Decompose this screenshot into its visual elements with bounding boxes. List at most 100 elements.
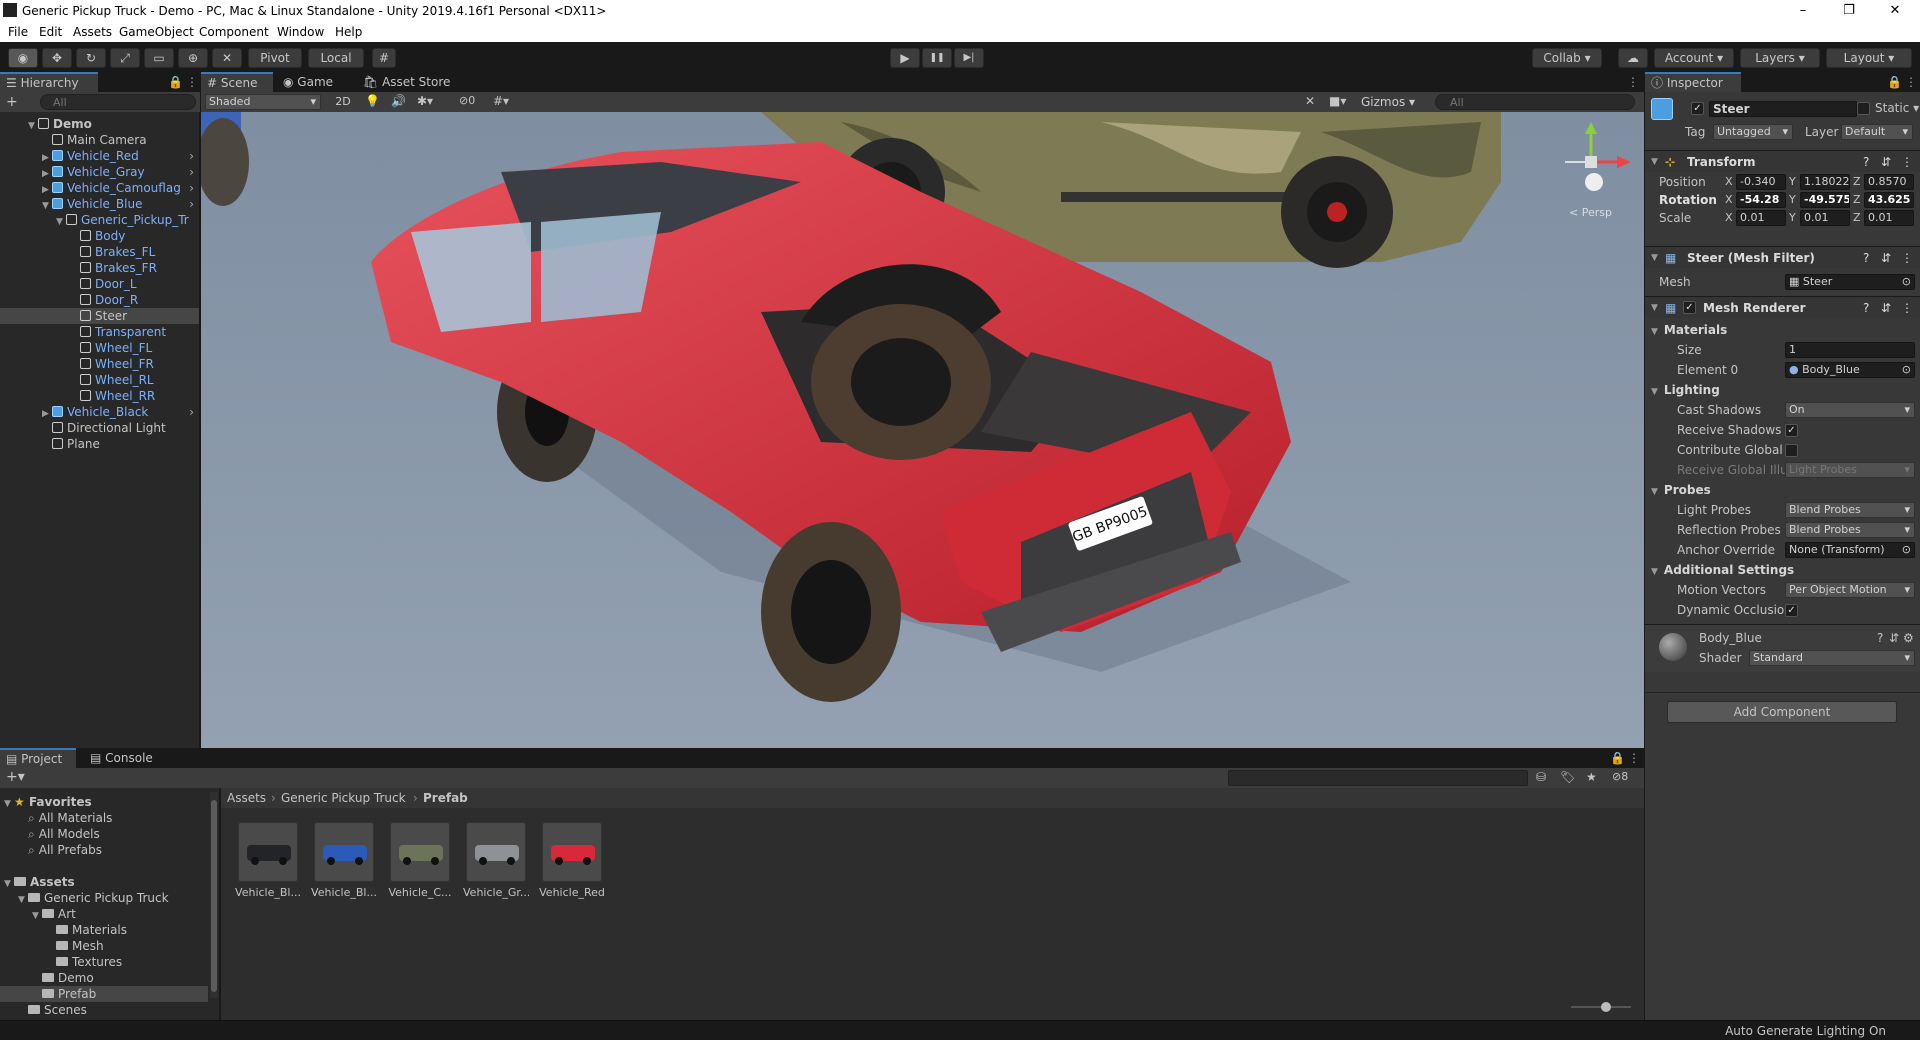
hierarchy-row[interactable]: ▶ Vehicle_Camouflag › — [0, 180, 199, 196]
receive-shadows-checkbox[interactable]: ✓ — [1785, 424, 1798, 437]
prefab-label[interactable]: Vehicle_Bl... — [311, 886, 377, 899]
slider-handle[interactable] — [1601, 1002, 1611, 1012]
collab-dropdown[interactable]: Collab ▾ — [1532, 48, 1602, 68]
hierarchy-row[interactable]: Brakes_FL — [0, 244, 199, 260]
open-prefab-arrow-icon[interactable]: › — [189, 164, 194, 180]
project-lock-icon[interactable]: 🔒 — [1610, 751, 1625, 765]
favorite-item[interactable]: ⌕ All Models — [28, 826, 100, 842]
motion-vectors-dropdown[interactable]: Per Object Motion ▾ — [1785, 582, 1915, 598]
add-object-button[interactable]: + — [6, 94, 18, 110]
hierarchy-row[interactable]: Wheel_RR — [0, 388, 199, 404]
hierarchy-row[interactable]: Door_L — [0, 276, 199, 292]
folder-row[interactable]: Scenes — [0, 1002, 208, 1018]
assets-header[interactable]: ▼ Assets — [4, 874, 75, 890]
maximize-button[interactable]: ❐ — [1826, 0, 1872, 22]
open-prefab-arrow-icon[interactable]: › — [189, 180, 194, 196]
favorites-header[interactable]: ▼ ★ Favorites — [4, 794, 92, 810]
presets-icon[interactable]: ⇵ — [1881, 151, 1891, 173]
rotation-z-field[interactable]: 43.625 — [1864, 192, 1914, 208]
local-toggle[interactable]: Local — [308, 48, 364, 68]
object-name-field[interactable]: Steer — [1709, 101, 1857, 117]
camera-settings-icon[interactable]: ■▾ — [1329, 94, 1346, 108]
layer-dropdown[interactable]: Default ▾ — [1841, 124, 1913, 140]
mesh-field[interactable]: ▦ Steer ⊙ — [1785, 274, 1915, 290]
scene-viewport[interactable]: GB BP9005 < Persp — [201, 112, 1644, 748]
transform-header[interactable]: ▼ ⊹ Transform ? ⇵ ⋮ — [1645, 150, 1920, 172]
breadcrumb-generic-pickup-truck[interactable]: Generic Pickup Truck — [281, 788, 406, 808]
hierarchy-row[interactable]: ▼ Generic_Pickup_Tr — [0, 212, 199, 228]
help-icon[interactable]: ? — [1863, 297, 1869, 319]
tab-project[interactable]: ▤ Project — [0, 748, 76, 768]
project-search-input[interactable] — [1228, 770, 1528, 786]
object-picker-icon[interactable]: ⊙ — [1902, 363, 1911, 377]
materials-foldout[interactable]: ▼ Materials — [1651, 323, 1727, 337]
position-z-field[interactable]: 0.8570 — [1864, 174, 1914, 190]
presets-icon[interactable]: ⇵ — [1889, 631, 1899, 645]
open-prefab-arrow-icon[interactable]: › — [189, 404, 194, 420]
folder-row[interactable]: Materials — [0, 922, 208, 938]
menu-help[interactable]: Help — [335, 25, 362, 39]
hierarchy-row[interactable]: Body — [0, 228, 199, 244]
cast-shadows-dropdown[interactable]: On ▾ — [1785, 402, 1915, 418]
favorite-item[interactable]: ⌕ All Materials — [28, 810, 112, 826]
hierarchy-row[interactable]: ▼ Vehicle_Blue › — [0, 196, 199, 212]
favorite-item[interactable]: ⌕ All Prefabs — [28, 842, 102, 858]
settings-gear-icon[interactable]: ⚙ — [1903, 631, 1914, 645]
scene-search-input[interactable] — [1435, 94, 1635, 110]
minimize-button[interactable]: – — [1780, 0, 1826, 22]
hierarchy-search-input[interactable] — [40, 94, 196, 110]
scale-z-field[interactable]: 0.01 — [1864, 210, 1914, 226]
lighting-toggle-icon[interactable]: 💡 — [365, 94, 380, 108]
2d-toggle[interactable]: 2D — [329, 94, 357, 110]
active-checkbox[interactable]: ✓ — [1691, 102, 1704, 115]
object-picker-icon[interactable]: ⊙ — [1902, 275, 1911, 289]
tab-asset-store[interactable]: 🛍 Asset Store — [357, 72, 457, 92]
hierarchy-row[interactable]: Main Camera — [0, 132, 199, 148]
favorites-star-icon[interactable]: ★ — [1586, 770, 1597, 784]
hidden-objects-toggle[interactable]: ⊘0 — [459, 94, 475, 107]
menu-gameobject[interactable]: GameObject — [119, 25, 194, 39]
scale-x-field[interactable]: 0.01 — [1736, 210, 1786, 226]
projection-label[interactable]: < Persp — [1569, 206, 1612, 219]
inspector-lock-icon[interactable]: 🔒 — [1887, 75, 1902, 89]
prefab-label[interactable]: Vehicle_Bl... — [235, 886, 301, 899]
probes-foldout[interactable]: ▼ Probes — [1651, 483, 1711, 497]
presets-icon[interactable]: ⇵ — [1881, 247, 1891, 269]
lock-icon[interactable]: 🔒 — [168, 75, 183, 89]
add-component-button[interactable]: Add Component — [1667, 701, 1897, 723]
audio-toggle-icon[interactable]: 🔊 — [391, 94, 406, 108]
prefab-thumbnail[interactable] — [238, 822, 298, 882]
mesh-filter-header[interactable]: ▼ ▦ Steer (Mesh Filter) ? ⇵ ⋮ — [1645, 246, 1920, 268]
reflection-probes-dropdown[interactable]: Blend Probes ▾ — [1785, 522, 1915, 538]
hierarchy-row[interactable]: Wheel_FR — [0, 356, 199, 372]
mesh-renderer-header[interactable]: ▼ ▦ ✓ Mesh Renderer ? ⇵ ⋮ — [1645, 296, 1920, 318]
rect-tool-button[interactable]: ▭ — [144, 48, 174, 68]
account-dropdown[interactable]: Account ▾ — [1654, 48, 1734, 68]
pause-button[interactable]: ❚❚ — [922, 48, 952, 68]
layout-dropdown[interactable]: Layout ▾ — [1826, 48, 1912, 68]
component-menu-icon[interactable]: ⋮ — [1901, 151, 1913, 173]
shader-dropdown[interactable]: Standard ▾ — [1749, 650, 1915, 666]
folder-row[interactable]: Prefab — [0, 986, 208, 1002]
hierarchy-row[interactable]: Wheel_FL — [0, 340, 199, 356]
hierarchy-row[interactable]: ▶ Vehicle_Red › — [0, 148, 199, 164]
menu-edit[interactable]: Edit — [39, 25, 62, 39]
hierarchy-row[interactable]: Wheel_RL — [0, 372, 199, 388]
search-by-label-icon[interactable]: 🏷 — [1560, 770, 1575, 784]
breadcrumb-prefab[interactable]: Prefab — [423, 788, 468, 808]
materials-size-field[interactable]: 1 — [1785, 342, 1915, 358]
prefab-thumbnail[interactable] — [542, 822, 602, 882]
tab-inspector[interactable]: ⓘ Inspector — [1645, 72, 1741, 92]
light-probes-dropdown[interactable]: Blend Probes ▾ — [1785, 502, 1915, 518]
receive-global-illumination-dropdown[interactable]: Light Probes ▾ — [1785, 462, 1915, 478]
component-menu-icon[interactable]: ⋮ — [1901, 297, 1913, 319]
prefab-thumbnail[interactable] — [390, 822, 450, 882]
scene-tools-icon[interactable]: ✕ — [1305, 94, 1315, 108]
contribute-global-illumination-checkbox[interactable] — [1785, 444, 1798, 457]
tab-game[interactable]: ◉ Game — [277, 72, 341, 92]
folder-row[interactable]: ▼ Generic Pickup Truck — [0, 890, 208, 906]
menu-component[interactable]: Component — [199, 25, 269, 39]
rotate-tool-button[interactable]: ↻ — [76, 48, 106, 68]
help-icon[interactable]: ? — [1863, 247, 1869, 269]
material-element-0-field[interactable]: ● Body_Blue ⊙ — [1785, 362, 1915, 378]
